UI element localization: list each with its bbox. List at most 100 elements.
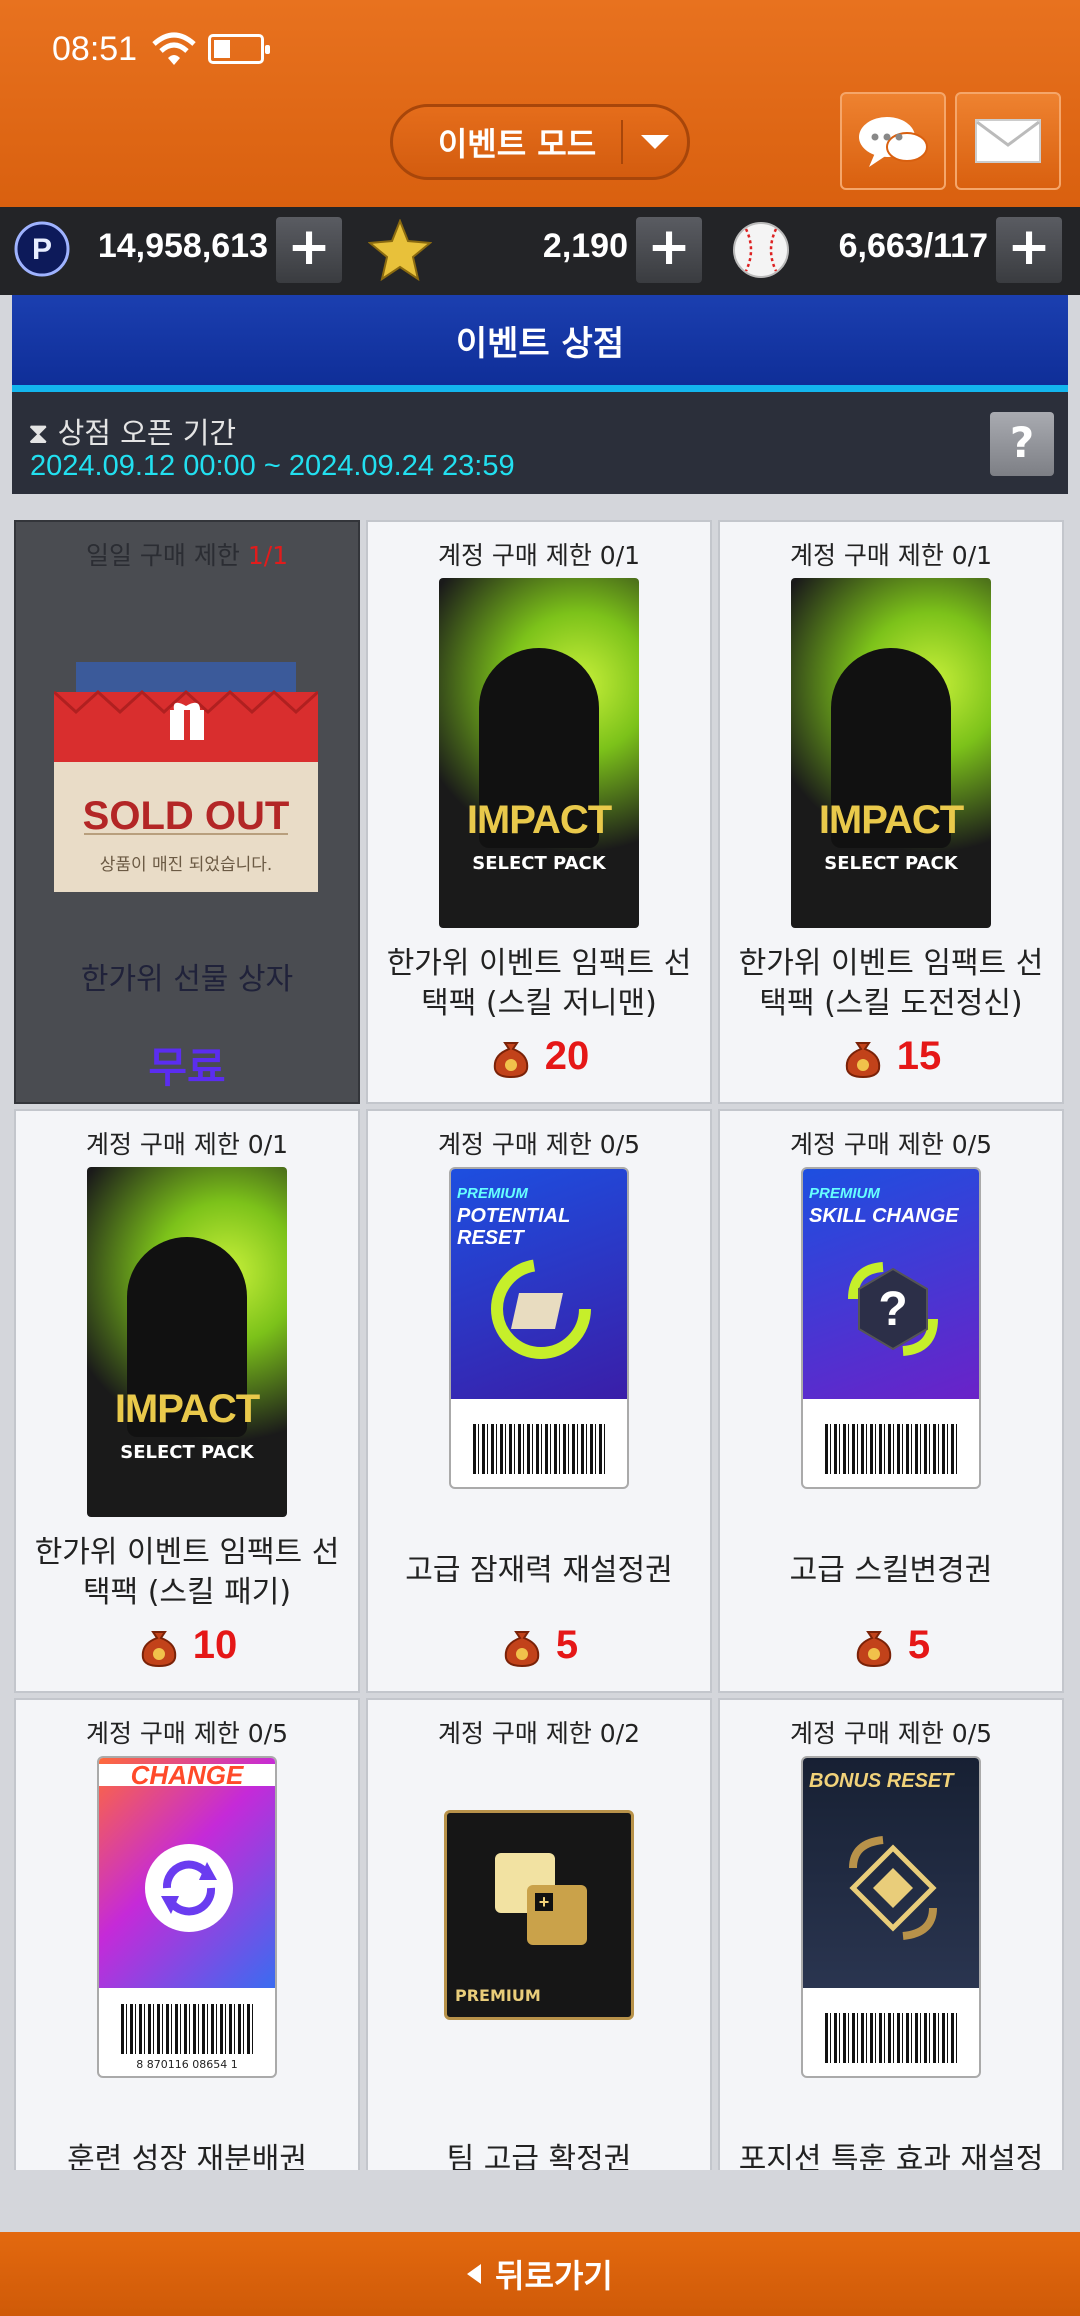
add-stars-button[interactable]: +: [636, 217, 702, 283]
item-price: 5: [720, 1623, 1062, 1668]
purchase-limit: 계정 구매 제한 0/5: [789, 1130, 993, 1159]
shop-item-position-bonus-reset[interactable]: 계정 구매 제한 0/5 BONUS RESET 포지션 특훈 효과 재설정권: [718, 1698, 1064, 2170]
back-label: 뒤로가기: [495, 2257, 613, 2295]
price-value: 5: [555, 1623, 579, 1667]
shop-period-panel: ⧗ 상점 오픈 기간 2024.09.12 00:00 ~ 2024.09.24…: [12, 392, 1068, 494]
baseball-diamond-icon: [849, 1836, 937, 1940]
price-value: 15: [896, 1034, 942, 1078]
shop-item-impact-pack-spirit[interactable]: 계정 구매 제한 0/1 IMPACT SELECT PACK 한가위 이벤트 …: [14, 1109, 360, 1693]
purchase-limit: 일일 구매 제한 1/1: [16, 536, 358, 572]
item-name: 훈련 성장 재분배권: [67, 2142, 307, 2170]
item-price: 15: [720, 1034, 1062, 1079]
item-name: 한가위 선물 상자: [80, 962, 294, 997]
reset-arrows-icon: [491, 1259, 591, 1359]
barcode-number: 8 870116 08654 1: [136, 2058, 238, 2071]
mail-icon: [975, 119, 1041, 163]
add-balls-button[interactable]: +: [996, 217, 1062, 283]
change-ticket-image: CHANGE 8 870116 08654 1: [97, 1756, 277, 2078]
item-name: 한가위 이벤트 임팩트 선택팩 (스킬 패기): [34, 1535, 340, 1610]
purchase-limit: 계정 구매 제한 0/5: [789, 1719, 993, 1748]
item-name: 한가위 이벤트 임팩트 선택팩 (스킬 도전정신): [738, 946, 1044, 1021]
impact-pack-image: IMPACT SELECT PACK: [87, 1167, 287, 1517]
item-price: 20: [368, 1034, 710, 1079]
shop-item-training-redistribution[interactable]: 계정 구매 제한 0/5 CHANGE 8 870116 08654 1 훈련 …: [14, 1698, 360, 2170]
item-price: 5: [368, 1623, 710, 1668]
question-hexagon-icon: ?: [848, 1262, 938, 1356]
item-grid: 일일 구매 제한 1/1 SOLD OUT 상품이 매진 되었습니다. 한가위 …: [14, 520, 1066, 2170]
item-name: 고급 잠재력 재설정권: [405, 1553, 673, 1588]
ticket-title: POTENTIAL RESET: [457, 1205, 570, 1249]
top-header: 08:51 이벤트 모드: [0, 0, 1080, 207]
chat-icon: [859, 117, 928, 167]
hourglass-icon: ⧗: [28, 416, 49, 450]
status-time: 08:51: [52, 30, 138, 68]
shop-item-potential-reset[interactable]: 계정 구매 제한 0/5 PREMIUM POTENTIAL RESET 고급 잠…: [366, 1109, 712, 1693]
stars-value: 2,190: [542, 227, 628, 265]
pack-subtitle: SELECT PACK: [120, 1442, 254, 1463]
impact-pack-image: IMPACT SELECT PACK: [439, 578, 639, 928]
chat-button[interactable]: [840, 92, 946, 190]
mode-label: 이벤트 모드: [437, 125, 597, 163]
wifi-icon: [152, 32, 196, 65]
shop-item-gift-box[interactable]: 일일 구매 제한 1/1 SOLD OUT 상품이 매진 되었습니다. 한가위 …: [14, 520, 360, 1104]
add-points-button[interactable]: +: [276, 217, 342, 283]
back-button[interactable]: 뒤로가기: [0, 2232, 1080, 2316]
help-button[interactable]: ?: [990, 412, 1054, 476]
baseball-icon: [733, 222, 789, 278]
shop-title: 이벤트 상점: [12, 295, 1068, 392]
barcode: [825, 1424, 957, 1474]
currency-bar: P 14,958,613 + 2,190 + 6,663/117 +: [0, 207, 1080, 295]
pack-subtitle: SELECT PACK: [824, 853, 958, 874]
svg-text:P: P: [32, 233, 52, 266]
barcode: [825, 2013, 957, 2063]
money-bag-icon: [141, 1630, 176, 1667]
purchase-limit: 계정 구매 제한 0/1: [437, 541, 641, 570]
mail-button[interactable]: [955, 92, 1061, 190]
potential-reset-ticket-image: PREMIUM POTENTIAL RESET: [449, 1167, 629, 1489]
battery-icon: [208, 34, 270, 64]
ticket-small-label: PREMIUM: [809, 1185, 880, 1202]
sold-out-label: SOLD OUT: [82, 794, 290, 838]
shop-item-skill-change[interactable]: 계정 구매 제한 0/5 PREMIUM SKILL CHANGE ? 고급 스킬…: [718, 1109, 1064, 1693]
limit-count: 1/1: [247, 541, 289, 570]
bonus-reset-ticket-image: BONUS RESET: [801, 1756, 981, 2078]
shop-item-impact-pack-journeyman[interactable]: 계정 구매 제한 0/1 IMPACT SELECT PACK 한가위 이벤트 …: [366, 520, 712, 1104]
purchase-limit: 계정 구매 제한 0/2: [437, 1719, 641, 1748]
period-label: 상점 오픈 기간: [57, 416, 237, 450]
shop-item-impact-pack-challenge[interactable]: 계정 구매 제한 0/1 IMPACT SELECT PACK 한가위 이벤트 …: [718, 520, 1064, 1104]
item-name: 팀 고급 확정권: [446, 2142, 632, 2170]
skill-change-ticket-image: PREMIUM SKILL CHANGE ?: [801, 1167, 981, 1489]
impact-pack-image: IMPACT SELECT PACK: [791, 578, 991, 928]
mode-dropdown[interactable]: 이벤트 모드: [390, 104, 690, 180]
limit-label: 일일 구매 제한: [85, 541, 240, 570]
purchase-limit: 계정 구매 제한 0/1: [789, 541, 993, 570]
shop-item-team-premium-guarantee[interactable]: 계정 구매 제한 0/2 + PREMIUM 팀 고급 확정권: [366, 1698, 712, 2170]
chevron-down-icon: [623, 135, 687, 149]
period-label-row: ⧗ 상점 오픈 기간: [28, 410, 236, 452]
price-value: 20: [544, 1034, 590, 1078]
price-value: 5: [907, 1623, 931, 1667]
pack-title: IMPACT: [818, 798, 964, 842]
star-icon: [368, 219, 432, 281]
money-bag-icon: [493, 1041, 528, 1078]
pack-title: IMPACT: [114, 1387, 260, 1431]
balls-value: 6,663/117: [838, 227, 988, 265]
item-name: 포지션 특훈 효과 재설정권: [738, 2142, 1044, 2170]
item-price: 10: [16, 1623, 358, 1668]
money-bag-icon: [856, 1630, 892, 1667]
points-icon: P: [14, 221, 70, 277]
pack-subtitle: SELECT PACK: [472, 853, 606, 874]
purchase-limit: 계정 구매 제한 0/1: [85, 1130, 289, 1159]
item-price-free: 무료: [148, 1043, 226, 1092]
barcode: [473, 1424, 605, 1474]
purchase-limit: 계정 구매 제한 0/5: [85, 1719, 289, 1748]
ticket-small-label: PREMIUM: [457, 1185, 528, 1202]
pack-title: IMPACT: [466, 798, 612, 842]
svg-text:+: +: [539, 1892, 550, 1912]
purchase-limit: 계정 구매 제한 0/5: [437, 1130, 641, 1159]
premium-card-image: + PREMIUM: [444, 1810, 634, 2020]
price-value: 10: [192, 1623, 238, 1667]
ticket-title: BONUS RESET: [809, 1770, 954, 1792]
money-bag-icon: [504, 1630, 540, 1667]
chevron-left-icon: [467, 2264, 482, 2284]
